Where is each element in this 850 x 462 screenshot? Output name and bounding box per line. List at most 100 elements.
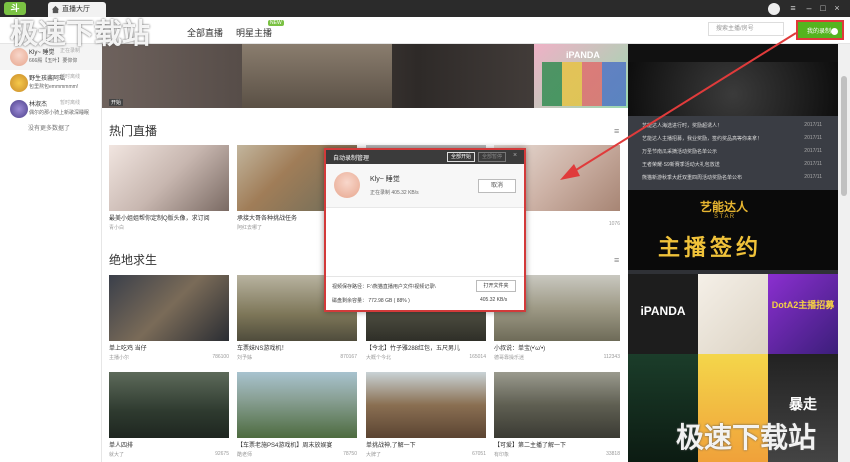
stream-anchor: 大牌了 bbox=[366, 452, 382, 458]
stream-thumbnail bbox=[109, 145, 229, 211]
stream-anchor: 酷老师 bbox=[237, 452, 253, 458]
banner[interactable]: iPANDA 开始 bbox=[102, 44, 628, 108]
dialog-title: 自动录制管理 bbox=[333, 156, 370, 162]
stream-card[interactable]: 【可爱】第二主播了解一下 有印象 33818 bbox=[494, 372, 620, 458]
sidebar: Kly~ 睡觉 正在录制 666殿【五叶】要仰仰 野生孩酱阿瑶 暂时离线 包里熬… bbox=[0, 44, 102, 462]
close-icon[interactable]: × bbox=[832, 3, 842, 13]
record-speed: 405.32 KB/s bbox=[480, 297, 508, 303]
watermark: 极速下载站 bbox=[676, 421, 817, 454]
stream-anchor: 大概个今北 bbox=[366, 355, 392, 361]
user-avatar[interactable] bbox=[768, 3, 780, 15]
no-more-text: 没有更多数据了 bbox=[28, 126, 71, 132]
view-count: 1076 bbox=[608, 221, 620, 227]
promo-tile[interactable]: iPANDA bbox=[628, 274, 698, 354]
stream-thumbnail bbox=[237, 372, 357, 438]
minimize-icon[interactable]: – bbox=[804, 3, 814, 13]
view-count: 870167 bbox=[340, 354, 357, 360]
stream-title: 单人四排 bbox=[109, 443, 134, 449]
stream-card[interactable]: 单挑战神,了解一下 大牌了 67051 bbox=[366, 372, 486, 458]
stream-anchor: 主播小尔 bbox=[109, 355, 130, 361]
promo-tile[interactable] bbox=[698, 274, 768, 354]
view-count: 33818 bbox=[606, 451, 620, 457]
my-record-label: 我的录制 bbox=[807, 29, 832, 35]
streamer-status: 暂时离线 bbox=[60, 74, 81, 80]
menu-icon[interactable]: ≡ bbox=[788, 3, 798, 13]
stream-anchor: 青小白 bbox=[109, 225, 125, 231]
cancel-button[interactable]: 取消 bbox=[478, 179, 516, 193]
news-date: 2017/11 bbox=[804, 122, 822, 128]
maximize-icon[interactable]: □ bbox=[818, 3, 828, 13]
sidebar-item[interactable]: 林淑杰 暂时离线 偶尔的那小骑上新歌深睡眠 bbox=[0, 96, 102, 122]
avatar bbox=[334, 172, 360, 198]
streamer-desc: 偶尔的那小骑上新歌深睡眠 bbox=[29, 110, 90, 116]
stream-title: 【今北】竹子雅288红包，五尺男儿 bbox=[366, 346, 461, 352]
stream-title: 【车票老施PS4游戏机】周末放娱宴 bbox=[237, 443, 333, 449]
stream-title: 单挑战神,了解一下 bbox=[366, 443, 416, 449]
tile-label: 暴走 bbox=[789, 396, 817, 412]
stream-anchor: 刘予姊 bbox=[237, 355, 253, 361]
stream-anchor: 德哥靠操乐迷 bbox=[494, 355, 525, 361]
stream-thumbnail bbox=[366, 372, 486, 438]
avatar bbox=[10, 100, 28, 118]
news-item[interactable]: 万圣节南瓜采摘活动奖励名单公示 bbox=[642, 148, 717, 155]
panda-banner[interactable] bbox=[628, 44, 838, 116]
sign-banner[interactable]: 艺能达人 S T A R 主播签约 bbox=[628, 190, 838, 270]
stream-card[interactable]: 最美小姐姐帮你定制Q版头像，求订阅 青小白 bbox=[109, 145, 229, 231]
stream-anchor: 有印象 bbox=[494, 452, 510, 458]
stream-card[interactable]: 单上吃鸡 当仔 主播小尔 786100 bbox=[109, 275, 229, 361]
pause-all-button[interactable]: 全部暂停 bbox=[478, 152, 506, 162]
stream-title: 【可爱】第二主播了解一下 bbox=[494, 443, 567, 449]
search-input[interactable]: 搜索主播/房号 bbox=[708, 22, 784, 36]
record-streamer-name: Kly~ 睡觉 bbox=[370, 176, 400, 183]
stream-thumbnail bbox=[109, 275, 229, 341]
streamer-name: 林淑杰 bbox=[29, 102, 48, 108]
stream-card[interactable]: 【车票老施PS4游戏机】周末放娱宴 酷老师 78750 bbox=[237, 372, 357, 458]
stream-title: 最美小姐姐帮你定制Q版头像，求订阅 bbox=[109, 216, 210, 222]
news-date: 2017/11 bbox=[804, 174, 822, 180]
save-path: 视频保存路径：F:\熊猫直播用户文件\视频记录\ bbox=[332, 284, 436, 290]
news-date: 2017/11 bbox=[804, 161, 822, 167]
section-title: 绝地求生 bbox=[109, 253, 158, 267]
sign-star-text: S T A R bbox=[714, 214, 735, 220]
right-panel: 艺能达人海选进行时，奖励超诱人！ 2017/11 艺能达人主播招募，我业奖励，签… bbox=[628, 44, 838, 462]
stream-card[interactable]: 单人四排 就大了 92675 bbox=[109, 372, 229, 458]
stream-title: 小叔说：单宝(•'ω'•) bbox=[494, 346, 546, 352]
dialog-header: 自动录制管理 全部开始 全部暂停 × bbox=[326, 150, 524, 164]
nav-star-streamers[interactable]: 明星主播 bbox=[236, 26, 272, 39]
record-row: Kly~ 睡觉 正在录制 405.32 KB/s 取消 bbox=[326, 164, 524, 208]
news-date: 2017/11 bbox=[804, 148, 822, 154]
scrollbar[interactable] bbox=[838, 44, 850, 462]
disk-space: 磁盘剩余容量： 772.98 GB ( 88% ) bbox=[332, 298, 410, 304]
promo-grid: iPANDA DotA2主播招募 bbox=[628, 274, 838, 354]
promo-tile[interactable]: DotA2主播招募 bbox=[768, 274, 838, 354]
sidebar-item[interactable]: 野生孩酱阿瑶 暂时离线 包里熬包emmmmmm! bbox=[0, 70, 102, 96]
view-count: 786100 bbox=[212, 354, 229, 360]
nav-all-live[interactable]: 全部直播 bbox=[187, 26, 223, 39]
news-item[interactable]: 熊猫新游秋季大赶双重四周活动奖励名单公布 bbox=[642, 174, 742, 181]
view-count: 112343 bbox=[603, 354, 620, 360]
news-item[interactable]: 王者荣耀·S9新赛季活动大礼包放送 bbox=[642, 161, 720, 168]
banner-panda-text: iPANDA bbox=[566, 50, 600, 60]
close-icon[interactable]: × bbox=[513, 152, 517, 159]
my-record-button[interactable]: 我的录制 bbox=[796, 20, 844, 40]
start-tag: 开始 bbox=[109, 99, 124, 106]
list-icon[interactable]: ≡ bbox=[614, 255, 619, 265]
stream-anchor: 阿红去哪了 bbox=[237, 225, 263, 231]
section-title: 热门直播 bbox=[109, 124, 158, 138]
list-icon[interactable]: ≡ bbox=[614, 126, 619, 136]
streamer-desc: 666殿【五叶】要仰仰 bbox=[29, 58, 78, 64]
start-all-button[interactable]: 全部开始 bbox=[447, 152, 475, 162]
stream-title: 单上吃鸡 当仔 bbox=[109, 346, 147, 352]
news-item[interactable]: 艺能达人海选进行时，奖励超诱人！ bbox=[642, 122, 722, 129]
banner-image bbox=[242, 44, 392, 108]
view-count: 78750 bbox=[343, 451, 357, 457]
tile-label: DotA2主播招募 bbox=[771, 300, 835, 310]
news-item[interactable]: 艺能达人主播招募，我业奖励，签约奖品高等你来拿！ bbox=[642, 135, 762, 142]
stream-anchor: 就大了 bbox=[109, 452, 125, 458]
view-count: 165014 bbox=[469, 354, 486, 360]
open-folder-button[interactable]: 打开文件夹 bbox=[476, 280, 516, 292]
scrollbar-thumb[interactable] bbox=[841, 76, 847, 196]
auto-record-dialog: 自动录制管理 全部开始 全部暂停 × Kly~ 睡觉 正在录制 405.32 K… bbox=[324, 148, 526, 312]
stream-thumbnail bbox=[494, 372, 620, 438]
streamer-status: 暂时离线 bbox=[60, 100, 81, 106]
